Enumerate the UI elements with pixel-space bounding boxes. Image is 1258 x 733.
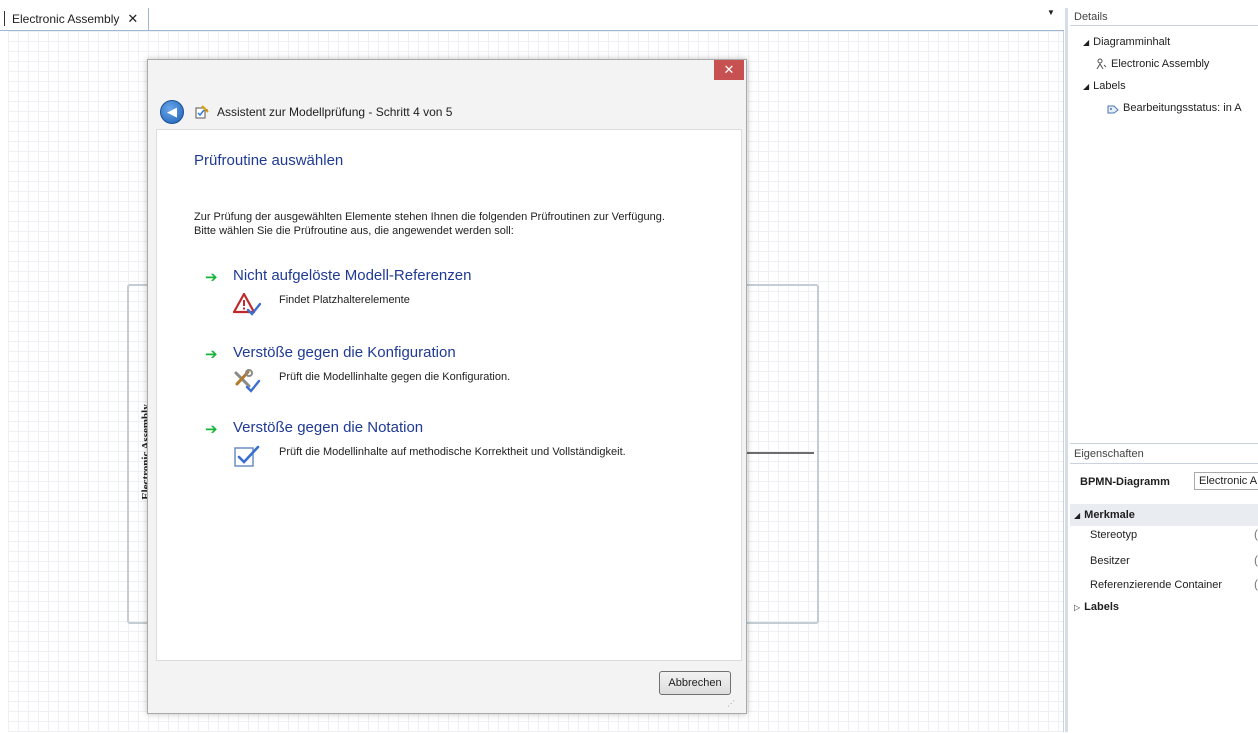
- option-title[interactable]: Nicht aufgelöste Modell-Referenzen: [233, 267, 471, 284]
- tree-item-label: Bearbeitungsstatus: in A: [1123, 102, 1242, 114]
- page-heading: Prüfroutine auswählen: [194, 152, 344, 169]
- expand-triangle-icon[interactable]: ◢: [1083, 38, 1089, 47]
- property-stereotype[interactable]: Stereotyp (: [1070, 524, 1258, 546]
- tree-group-diagram-content[interactable]: ◢ Diagramminhalt: [1083, 36, 1170, 48]
- dialog-title: Assistent zur Modellprüfung - Schritt 4 …: [217, 105, 453, 119]
- cancel-button[interactable]: Abbrechen: [659, 671, 731, 695]
- intro-text: Zur Prüfung der ausgewählten Elemente st…: [194, 210, 665, 238]
- option-description: Findet Platzhalterelemente: [279, 294, 410, 306]
- object-name-field[interactable]: Electronic A: [1194, 472, 1258, 490]
- properties-panel: Eigenschaften BPMN-Diagramm Electronic A…: [1070, 443, 1258, 733]
- edit-ellipsis-icon[interactable]: (: [1254, 527, 1258, 541]
- option-description: Prüft die Modellinhalte auf methodische …: [279, 446, 626, 458]
- details-panel: Details: [1068, 8, 1258, 440]
- dialog-header: ◀ Assistent zur Modellprüfung - Schritt …: [160, 100, 452, 124]
- tab-dropdown-icon[interactable]: ▼: [1046, 8, 1056, 18]
- intro-line-1: Zur Prüfung der ausgewählten Elemente st…: [194, 211, 665, 223]
- properties-header-divider: [1070, 463, 1258, 464]
- dialog-close-button[interactable]: ✕: [714, 60, 744, 80]
- option-title[interactable]: Verstöße gegen die Notation: [233, 419, 423, 436]
- model-check-wizard-dialog: ✕ ◀ Assistent zur Modellprüfung - Schrit…: [147, 59, 747, 714]
- resize-grip-icon[interactable]: ⋰: [727, 699, 737, 709]
- tab-close-icon[interactable]: ✕: [127, 11, 138, 27]
- back-arrow-icon[interactable]: ◀: [160, 100, 184, 124]
- tree-item-label: Electronic Assembly: [1111, 58, 1210, 70]
- dialog-footer: Abbrechen ⋰: [156, 660, 740, 712]
- warning-check-icon: [233, 292, 261, 316]
- edit-ellipsis-icon[interactable]: (: [1254, 553, 1258, 567]
- document-check-icon: [234, 445, 260, 467]
- property-label: Besitzer: [1090, 555, 1130, 567]
- property-referencing-containers[interactable]: Referenzierende Container (: [1070, 574, 1258, 596]
- tree-group-label: Diagramminhalt: [1093, 36, 1171, 48]
- tree-group-labels[interactable]: ◢ Labels: [1083, 80, 1126, 92]
- tab-electronic-assembly[interactable]: Electronic Assembly ✕: [0, 8, 149, 30]
- green-arrow-icon: ➔: [205, 421, 218, 438]
- wizard-check-icon: [195, 105, 209, 119]
- tree-item-electronic-assembly[interactable]: Electronic Assembly: [1095, 58, 1209, 70]
- properties-header: Eigenschaften: [1074, 448, 1144, 460]
- tree-item-edit-status[interactable]: Bearbeitungsstatus: in A: [1107, 102, 1242, 114]
- tools-check-icon: [234, 369, 261, 393]
- option-description: Prüft die Modellinhalte gegen die Konfig…: [279, 371, 511, 383]
- label-tag-icon: [1107, 105, 1119, 114]
- property-label: Stereotyp: [1090, 529, 1138, 541]
- category-labels[interactable]: ▷ Labels: [1070, 596, 1258, 618]
- option-title[interactable]: Verstöße gegen die Konfiguration: [233, 344, 456, 361]
- expand-triangle-icon[interactable]: ▷: [1074, 603, 1080, 612]
- details-header: Details: [1074, 11, 1108, 23]
- pool-lane-divider: [742, 452, 814, 454]
- diagram-node-icon: [1096, 58, 1107, 70]
- intro-line-2: Bitte wählen Sie die Prüfroutine aus, di…: [194, 225, 514, 237]
- dialog-content: Prüfroutine auswählen Zur Prüfung der au…: [156, 129, 742, 661]
- property-owner[interactable]: Besitzer (: [1070, 550, 1258, 572]
- green-arrow-icon: ➔: [205, 269, 218, 286]
- tab-edge-marker: [4, 11, 5, 26]
- collapse-triangle-icon[interactable]: ◢: [1074, 511, 1080, 520]
- edit-ellipsis-icon[interactable]: (: [1254, 577, 1258, 591]
- details-header-divider: [1070, 25, 1258, 26]
- tree-group-label: Labels: [1093, 80, 1126, 92]
- tab-label: Electronic Assembly: [12, 12, 120, 26]
- expand-triangle-icon[interactable]: ◢: [1083, 82, 1089, 91]
- green-arrow-icon: ➔: [205, 346, 218, 363]
- category-label: Merkmale: [1084, 509, 1135, 521]
- document-tab-bar: Electronic Assembly ✕: [0, 8, 1064, 31]
- category-features[interactable]: ◢ Merkmale: [1070, 504, 1258, 526]
- object-type-label: BPMN-Diagramm: [1080, 476, 1170, 488]
- property-label: Referenzierende Container: [1090, 579, 1223, 591]
- category-label: Labels: [1084, 601, 1120, 613]
